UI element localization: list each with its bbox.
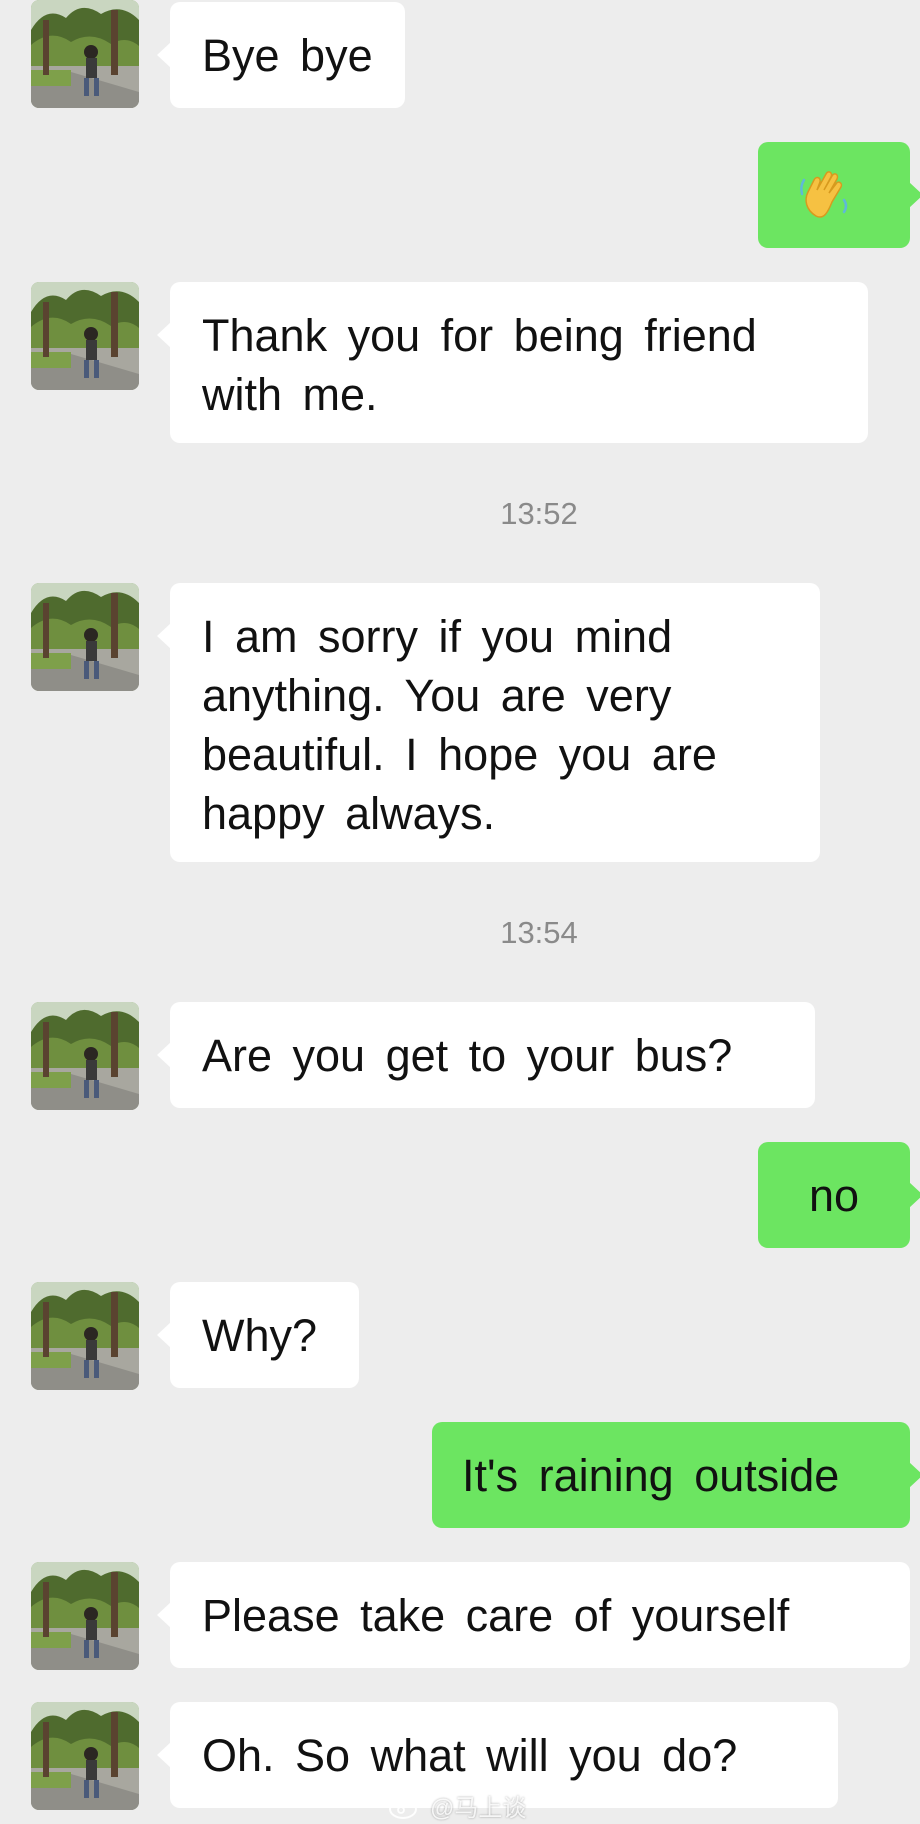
contact-avatar[interactable] [31,1282,139,1390]
chat-message-list[interactable]: Bye bye Thank you for being friend with … [0,0,920,1824]
watermark-handle: @马上谈 [430,1795,527,1822]
message-text: Thank you for being friend with me. [202,310,757,420]
message-timestamp: 13:52 [500,496,578,531]
weibo-watermark: @马上谈 [388,1788,526,1823]
incoming-message-bubble[interactable]: Bye bye [157,2,405,108]
message-text: It's raining outside [462,1450,840,1501]
incoming-message-bubble[interactable]: Are you get to your bus? [157,1002,815,1108]
incoming-message-bubble[interactable]: Thank you for being friend with me. [157,282,868,443]
message-text: Are you get to your bus? [202,1030,733,1081]
message-text: no [808,1170,860,1221]
message-text: Bye bye [202,30,373,81]
message-text: I am sorry if you mind anything. You are… [202,611,717,839]
outgoing-message-bubble[interactable]: no [758,1142,920,1248]
message-text: Why? [202,1310,318,1361]
incoming-message-bubble[interactable]: I am sorry if you mind anything. You are… [157,583,820,862]
message-text: Please take care of yourself [202,1590,790,1641]
contact-avatar[interactable] [31,1002,139,1110]
incoming-message-bubble[interactable]: Why? [157,1282,359,1388]
waving-hand-icon [800,171,848,218]
contact-avatar[interactable] [31,583,139,691]
message-text: Oh. So what will you do? [202,1730,738,1781]
message-timestamp: 13:54 [500,915,578,950]
weibo-icon [389,1794,422,1819]
contact-avatar[interactable] [31,1702,139,1810]
outgoing-message-bubble[interactable]: It's raining outside [432,1422,920,1528]
contact-avatar[interactable] [31,0,139,108]
contact-avatar[interactable] [31,282,139,390]
outgoing-message-bubble[interactable] [758,142,920,248]
incoming-message-bubble[interactable]: Please take care of yourself [157,1562,910,1668]
contact-avatar[interactable] [31,1562,139,1670]
